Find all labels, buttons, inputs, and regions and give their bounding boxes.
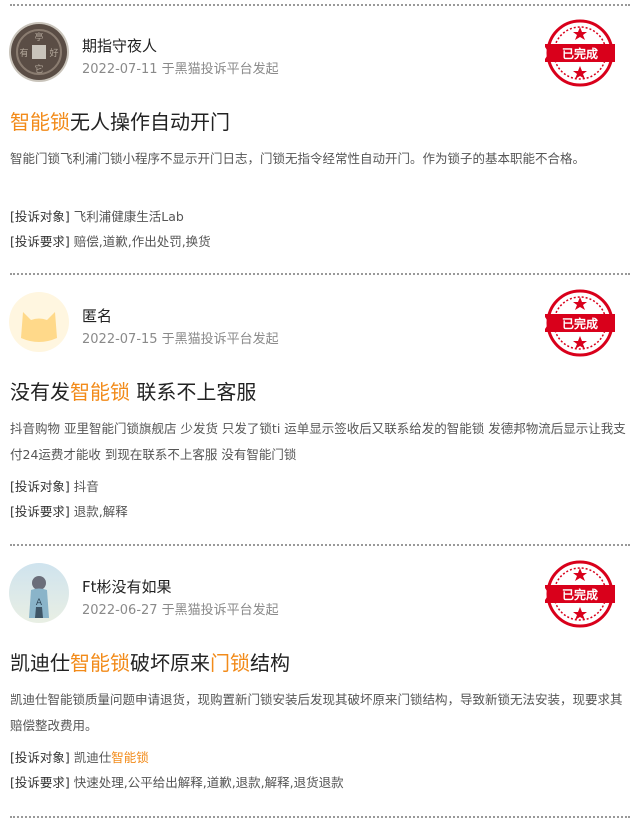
ancient-coin-avatar[interactable]: 亭 它 有 好 xyxy=(9,22,69,82)
status-label: 已完成 xyxy=(562,316,598,331)
person-photo-avatar[interactable]: A xyxy=(9,563,69,623)
title-text: 无人操作自动开门 xyxy=(70,110,230,134)
title-highlight: 智能锁 xyxy=(70,651,130,675)
complaint-target: [投诉对象] 抖音 xyxy=(10,476,99,495)
demand-label: [投诉要求] xyxy=(10,775,70,790)
post-meta: 2022-06-27 于黑猫投诉平台发起 xyxy=(82,603,279,618)
complaint-target: [投诉对象] 凯迪仕智能锁 xyxy=(10,747,149,766)
post-meta: 2022-07-11 于黑猫投诉平台发起 xyxy=(82,62,279,77)
completed-stamp: 已完成 xyxy=(543,18,617,88)
title-text: 凯迪仕 xyxy=(10,651,70,675)
complaint-card[interactable]: 亭 它 有 好 期指守夜人 2022-07-11 于黑猫投诉平台发起 已完成 智… xyxy=(0,0,640,270)
complaint-demand: [投诉要求] 赔偿,道歉,作出处罚,换货 xyxy=(10,231,211,250)
complaint-description: 凯迪仕智能锁质量问题申请退货，现购置新门锁安装后发现其破坏原来门锁结构，导致新锁… xyxy=(10,692,623,733)
post-meta: 2022-07-15 于黑猫投诉平台发起 xyxy=(82,332,279,347)
complaint-description: 智能门锁飞利浦门锁小程序不显示开门日志，门锁无指令经常性自动开门。作为锁子的基本… xyxy=(10,151,586,166)
title-text: 联系不上客服 xyxy=(130,380,257,404)
target-label: [投诉对象] xyxy=(10,750,70,765)
title-text: 结构 xyxy=(250,651,290,675)
author-name[interactable]: 匿名 xyxy=(82,305,112,326)
completed-stamp: 已完成 xyxy=(543,288,617,358)
complaint-card[interactable]: 匿名 2022-07-15 于黑猫投诉平台发起 已完成 没有发智能锁 联系不上客… xyxy=(0,270,640,540)
svg-text:A: A xyxy=(36,598,43,608)
complaint-title[interactable]: 凯迪仕智能锁破坏原来门锁结构 xyxy=(10,647,290,676)
target-label: [投诉对象] xyxy=(10,479,70,494)
title-highlight: 智能锁 xyxy=(70,380,130,404)
svg-text:好: 好 xyxy=(49,47,58,59)
completed-stamp: 已完成 xyxy=(543,559,617,629)
divider xyxy=(10,816,630,818)
target-value[interactable]: 飞利浦健康生活Lab xyxy=(74,209,184,224)
target-value-highlight[interactable]: 智能锁 xyxy=(111,750,149,765)
title-highlight: 智能锁 xyxy=(10,110,70,134)
demand-value: 赔偿,道歉,作出处罚,换货 xyxy=(73,234,211,249)
demand-value: 退款,解释 xyxy=(73,504,128,519)
target-value[interactable]: 凯迪仕 xyxy=(74,750,112,765)
author-name[interactable]: 期指守夜人 xyxy=(82,35,157,56)
svg-text:有: 有 xyxy=(19,47,28,59)
status-label: 已完成 xyxy=(562,587,598,602)
complaint-target: [投诉对象] 飞利浦健康生活Lab xyxy=(10,206,184,225)
complaint-demand: [投诉要求] 快速处理,公平给出解释,道歉,退款,解释,退货退款 xyxy=(10,772,344,791)
title-text: 破坏原来 xyxy=(130,651,210,675)
complaint-card[interactable]: A Ft彬没有如果 2022-06-27 于黑猫投诉平台发起 已完成 凯迪仕智能… xyxy=(0,541,640,811)
svg-text:它: 它 xyxy=(34,63,43,75)
demand-label: [投诉要求] xyxy=(10,504,70,519)
author-name[interactable]: Ft彬没有如果 xyxy=(82,576,172,597)
demand-label: [投诉要求] xyxy=(10,234,70,249)
complaint-demand: [投诉要求] 退款,解释 xyxy=(10,501,128,520)
demand-value: 快速处理,公平给出解释,道歉,退款,解释,退货退款 xyxy=(73,775,344,790)
target-label: [投诉对象] xyxy=(10,209,70,224)
complaint-title[interactable]: 没有发智能锁 联系不上客服 xyxy=(10,376,256,405)
target-value[interactable]: 抖音 xyxy=(74,479,99,494)
cat-face-avatar[interactable] xyxy=(9,292,69,352)
title-text: 没有发 xyxy=(10,380,70,404)
title-highlight: 门锁 xyxy=(210,651,250,675)
status-label: 已完成 xyxy=(562,46,598,61)
svg-text:亭: 亭 xyxy=(34,31,43,43)
complaint-description: 抖音购物 亚里智能门锁旗舰店 少发货 只发了锁ti 运单显示签收后又联系给发的智… xyxy=(10,421,626,462)
complaint-title[interactable]: 智能锁无人操作自动开门 xyxy=(10,106,230,135)
